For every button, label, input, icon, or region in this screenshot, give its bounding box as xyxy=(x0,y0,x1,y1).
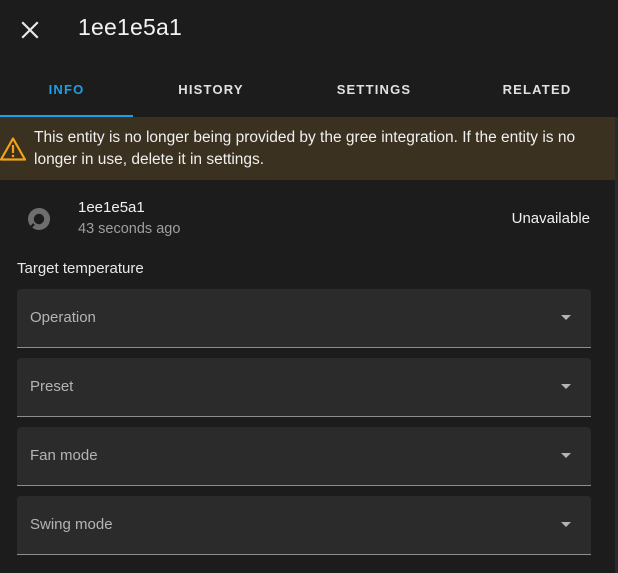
entity-state: Unavailable xyxy=(511,210,590,227)
close-icon xyxy=(21,21,39,39)
preset-select[interactable]: Preset xyxy=(17,358,591,417)
entity-name: 1ee1e5a1 xyxy=(78,199,145,216)
chevron-down-icon xyxy=(561,453,571,458)
dialog-title: 1ee1e5a1 xyxy=(78,14,182,40)
preset-select-label: Preset xyxy=(30,378,74,395)
tab-bar: INFO HISTORY SETTINGS RELATED xyxy=(0,62,618,117)
tab-related[interactable]: RELATED xyxy=(459,62,615,117)
target-temperature-label: Target temperature xyxy=(17,260,144,277)
operation-select[interactable]: Operation xyxy=(17,289,591,348)
fan-mode-select-label: Fan mode xyxy=(30,447,98,464)
dialog-header: 1ee1e5a1 xyxy=(0,0,618,62)
chevron-down-icon xyxy=(561,522,571,527)
close-button[interactable] xyxy=(14,14,46,46)
entity-last-changed: 43 seconds ago xyxy=(78,221,181,237)
chevron-down-icon xyxy=(561,315,571,320)
tab-info[interactable]: INFO xyxy=(0,62,133,117)
swing-mode-select-label: Swing mode xyxy=(30,516,113,533)
swing-mode-select[interactable]: Swing mode xyxy=(17,496,591,555)
warning-alert: This entity is no longer being provided … xyxy=(0,117,618,180)
more-info-dialog: 1ee1e5a1 INFO HISTORY SETTINGS RELATED T… xyxy=(0,0,618,573)
warning-message: This entity is no longer being provided … xyxy=(34,129,576,168)
tab-settings[interactable]: SETTINGS xyxy=(289,62,459,117)
fan-mode-select[interactable]: Fan mode xyxy=(17,427,591,486)
tab-history[interactable]: HISTORY xyxy=(133,62,289,117)
alert-triangle-icon xyxy=(0,137,26,161)
thermostat-icon xyxy=(28,208,50,230)
operation-select-label: Operation xyxy=(30,309,96,326)
entity-state-row: 1ee1e5a1 43 seconds ago Unavailable xyxy=(0,193,618,245)
chevron-down-icon xyxy=(561,384,571,389)
